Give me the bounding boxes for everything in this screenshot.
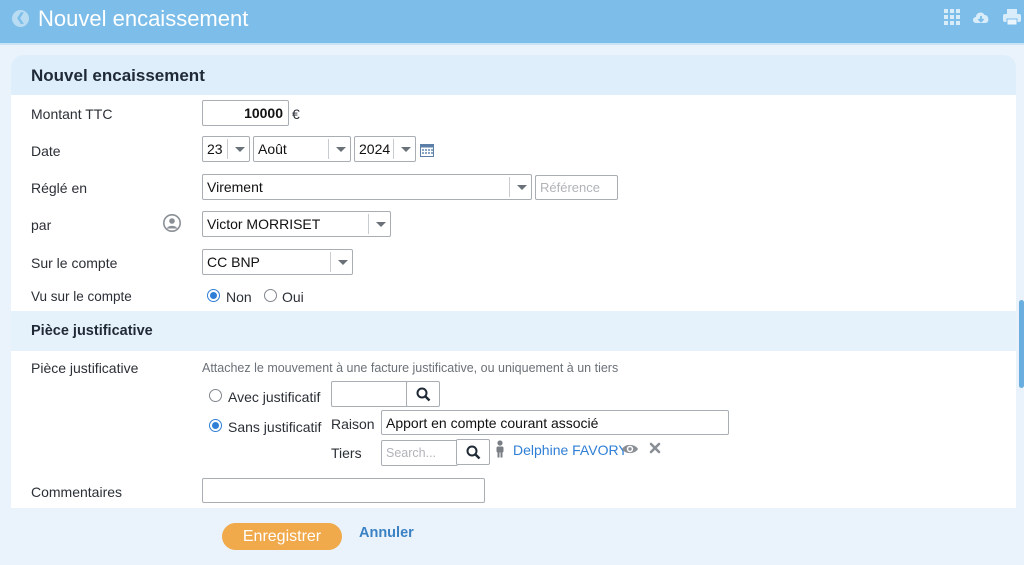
piece-section-header: Pièce justificative [11, 311, 1016, 351]
day-select[interactable]: 23 [202, 136, 250, 162]
chevron-down-icon [328, 139, 350, 159]
chevron-down-icon [368, 214, 390, 234]
date-label: Date [31, 143, 61, 159]
currency-symbol: € [292, 106, 300, 122]
commentaires-input[interactable] [202, 478, 485, 503]
avec-justificatif-label: Avec justificatif [228, 389, 321, 405]
user-icon [163, 214, 181, 232]
form-header: Nouvel encaissement [11, 55, 1016, 95]
year-select[interactable]: 2024 [354, 136, 416, 162]
print-icon[interactable] [1002, 8, 1022, 26]
cancel-link[interactable]: Annuler [359, 525, 414, 541]
form-title: Nouvel encaissement [31, 66, 205, 85]
tiers-label: Tiers [331, 445, 362, 461]
save-button[interactable]: Enregistrer [222, 523, 342, 550]
montant-label: Montant TTC [31, 106, 113, 122]
search-icon [466, 445, 481, 460]
vu-non-radio[interactable] [207, 289, 220, 302]
compte-label: Sur le compte [31, 255, 118, 271]
vu-non-label: Non [226, 289, 252, 305]
back-icon[interactable]: ❮ [12, 10, 29, 27]
chevron-down-icon [227, 139, 249, 159]
payment-method-value: Virement [207, 179, 263, 195]
month-select[interactable]: Août [253, 136, 351, 162]
form-panel: Nouvel encaissement Montant TTC 10000 € … [11, 55, 1016, 565]
vu-oui-radio[interactable] [264, 289, 277, 302]
year-value: 2024 [359, 141, 391, 157]
tiers-name-link[interactable]: Delphine FAVORY [513, 442, 628, 458]
vu-oui-label: Oui [282, 289, 304, 305]
justificatif-search-button[interactable] [406, 381, 440, 407]
window-title: Nouvel encaissement [38, 6, 249, 31]
cloud-download-icon[interactable] [971, 8, 991, 26]
tiers-search-input[interactable]: Search... [381, 440, 458, 466]
tiers-search-button[interactable] [456, 439, 490, 465]
form-footer [11, 508, 1016, 565]
chevron-down-icon [393, 139, 415, 159]
commentaires-label: Commentaires [31, 484, 123, 500]
payment-method-select[interactable]: Virement [202, 174, 532, 200]
par-label: par [31, 217, 52, 233]
chevron-down-icon [330, 252, 352, 272]
piece-label: Pièce justificative [31, 360, 139, 376]
eye-icon[interactable] [621, 443, 639, 455]
piece-section-title: Pièce justificative [31, 323, 153, 339]
scrollbar[interactable] [1019, 300, 1024, 388]
search-icon [416, 387, 431, 402]
justificatif-input[interactable] [331, 381, 408, 407]
account-value: CC BNP [207, 254, 260, 270]
calendar-icon[interactable] [420, 143, 434, 157]
account-select[interactable]: CC BNP [202, 249, 353, 275]
montant-input[interactable]: 10000 [202, 100, 289, 126]
top-bar: ❮ Nouvel encaissement [0, 0, 1024, 45]
apps-grid-icon[interactable] [942, 8, 962, 26]
sans-justificatif-radio[interactable] [209, 419, 222, 432]
raison-label: Raison [331, 416, 375, 432]
piece-hint: Attachez le mouvement à une facture just… [202, 361, 619, 375]
regle-en-label: Réglé en [31, 180, 88, 196]
vu-label: Vu sur le compte [31, 289, 132, 304]
person-icon [496, 440, 504, 458]
reference-input[interactable]: Référence [535, 175, 618, 200]
close-icon[interactable] [649, 442, 661, 454]
payer-value: Victor MORRISET [207, 216, 321, 232]
sans-justificatif-label: Sans justificatif [228, 419, 322, 435]
payer-select[interactable]: Victor MORRISET [202, 211, 391, 237]
day-value: 23 [207, 141, 223, 157]
avec-justificatif-radio[interactable] [209, 389, 222, 402]
month-value: Août [258, 141, 287, 157]
chevron-down-icon [509, 177, 531, 197]
raison-input[interactable]: Apport en compte courant associé [381, 410, 729, 435]
